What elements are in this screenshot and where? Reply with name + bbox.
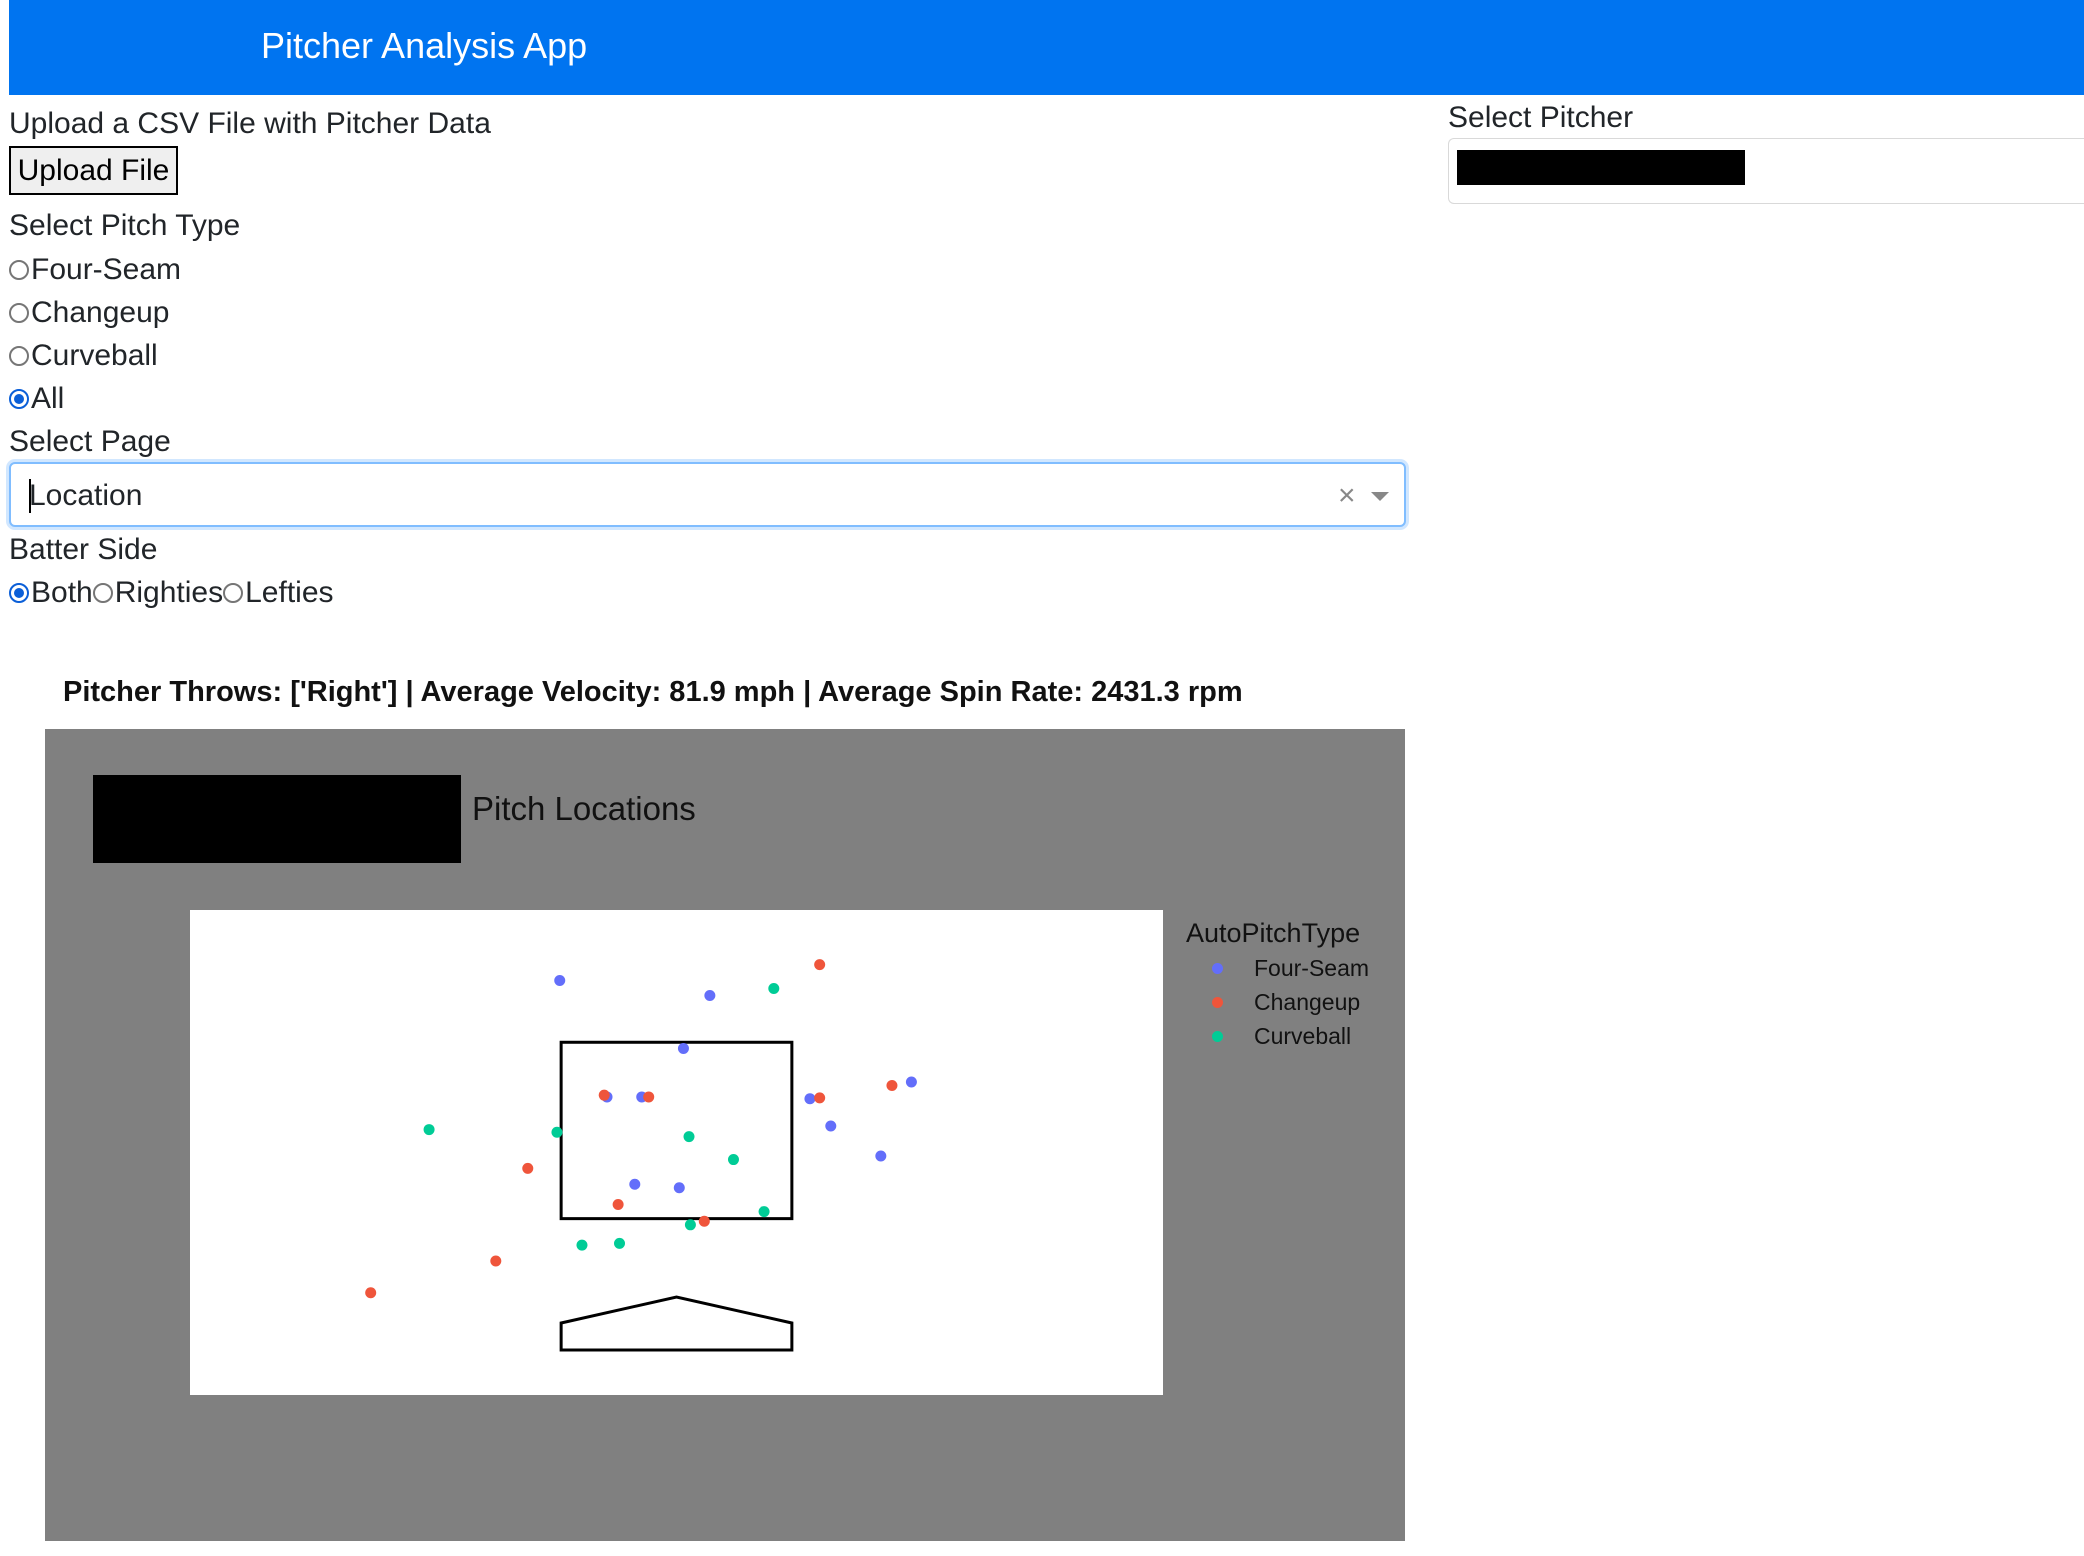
point-curveball: [683, 1131, 695, 1143]
legend-marker: [1212, 996, 1223, 1008]
point-curveball: [614, 1237, 626, 1249]
point-four-seam: [554, 975, 566, 987]
point-curveball: [727, 1154, 739, 1166]
legend-item-four-seam[interactable]: Four-Seam: [1212, 951, 1369, 985]
point-changeup: [365, 1287, 377, 1299]
point-curveball: [423, 1124, 435, 1136]
point-four-seam: [905, 1076, 917, 1088]
point-changeup: [643, 1091, 655, 1103]
point-changeup: [612, 1199, 624, 1211]
point-four-seam: [677, 1042, 689, 1054]
point-four-seam: [704, 990, 716, 1002]
point-four-seam: [825, 1120, 837, 1132]
point-four-seam: [875, 1150, 887, 1162]
point-changeup: [814, 959, 826, 971]
home-plate: [559, 1295, 794, 1352]
point-curveball: [684, 1219, 696, 1231]
legend-item-changeup[interactable]: Changeup: [1212, 985, 1360, 1019]
legend-title: AutoPitchType: [1186, 918, 1361, 948]
point-changeup: [598, 1089, 610, 1101]
point-changeup: [522, 1162, 534, 1174]
point-curveball: [551, 1126, 563, 1138]
legend-label: Changeup: [1254, 988, 1361, 1015]
point-curveball: [576, 1239, 588, 1251]
legend-marker: [1212, 1030, 1223, 1042]
legend-marker: [1212, 962, 1223, 974]
point-changeup: [814, 1092, 826, 1104]
point-changeup: [490, 1255, 502, 1267]
point-four-seam: [673, 1182, 685, 1194]
point-curveball: [768, 982, 780, 994]
legend-item-curveball[interactable]: Curveball: [1212, 1019, 1351, 1053]
pitch-location-chart: [365, 959, 917, 1352]
legend-label: Four-Seam: [1254, 954, 1370, 981]
legend-label: Curveball: [1254, 1022, 1352, 1049]
point-four-seam: [629, 1178, 641, 1190]
point-changeup: [886, 1079, 898, 1091]
point-four-seam: [804, 1093, 816, 1105]
point-changeup: [698, 1215, 710, 1227]
point-curveball: [758, 1206, 770, 1218]
